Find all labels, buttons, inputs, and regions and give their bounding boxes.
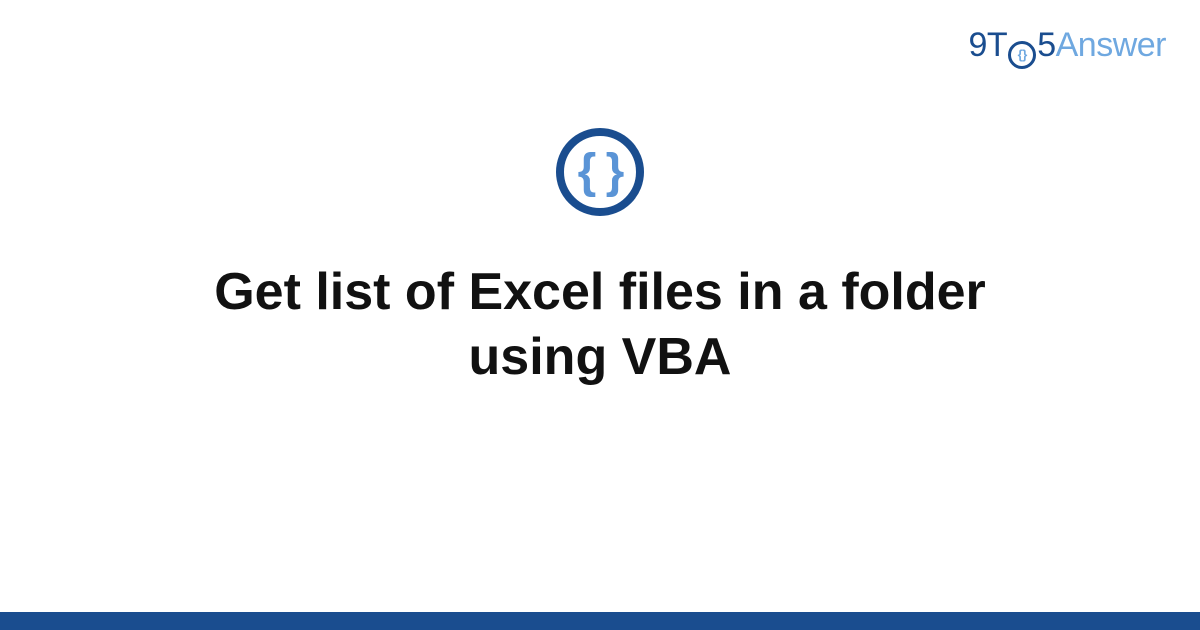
footer-bar [0, 612, 1200, 630]
code-braces-icon: { } [556, 128, 644, 216]
logo-text-9t: 9T [969, 26, 1008, 65]
site-logo: 9T {} 5 Answer [969, 26, 1166, 66]
page-title: Get list of Excel files in a folder usin… [100, 260, 1100, 390]
braces-glyph: { } [578, 148, 623, 196]
logo-ring-braces: {} [1018, 48, 1027, 61]
logo-ring-icon: {} [1008, 41, 1036, 69]
logo-text-5: 5 [1037, 26, 1055, 65]
logo-text-answer: Answer [1056, 26, 1166, 65]
main-content: { } Get list of Excel files in a folder … [0, 128, 1200, 390]
